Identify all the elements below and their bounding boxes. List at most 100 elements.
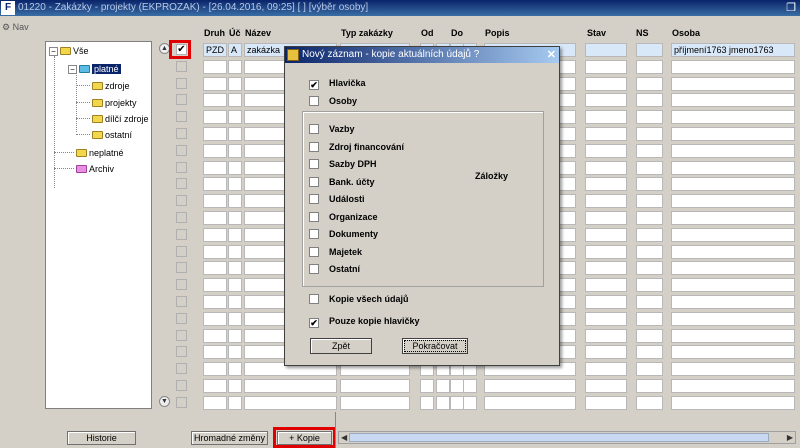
table-cell[interactable] (228, 77, 242, 91)
table-cell[interactable] (203, 362, 227, 376)
row-select-checkbox[interactable] (176, 145, 187, 156)
table-cell[interactable] (203, 60, 227, 74)
table-cell[interactable] (636, 110, 663, 124)
option-item[interactable]: Sazby DPH (309, 158, 377, 171)
tree-item-archiv[interactable]: Archiv (76, 162, 114, 176)
table-cell[interactable] (671, 127, 795, 141)
table-cell[interactable] (244, 379, 337, 393)
table-cell[interactable] (585, 177, 627, 191)
table-cell[interactable] (671, 362, 795, 376)
table-cell[interactable] (671, 60, 795, 74)
table-cell[interactable] (671, 345, 795, 359)
hromadne-zmeny-button[interactable]: Hromadné změny (191, 431, 268, 445)
table-cell[interactable] (228, 329, 242, 343)
col-header-typ-zakazky[interactable]: Typ zakázky (341, 26, 393, 40)
row-select-checkbox[interactable] (176, 111, 187, 122)
table-cell[interactable] (450, 396, 464, 410)
table-cell[interactable] (671, 144, 795, 158)
table-cell[interactable] (228, 144, 242, 158)
row-select-checkbox[interactable] (176, 229, 187, 240)
tree-item-projekty[interactable]: projekty (92, 96, 137, 110)
table-cell[interactable] (671, 261, 795, 275)
table-cell[interactable] (484, 379, 576, 393)
row-select-checkbox[interactable] (176, 363, 187, 374)
table-cell[interactable] (636, 93, 663, 107)
table-cell[interactable] (585, 127, 627, 141)
col-header-ns[interactable]: NS (636, 26, 649, 40)
row-select-checkbox[interactable] (176, 78, 187, 89)
row-select-checkbox[interactable] (176, 346, 187, 357)
option-checkbox[interactable] (309, 141, 319, 152)
row-select-checkbox[interactable] (176, 94, 187, 105)
table-cell[interactable] (203, 161, 227, 175)
table-cell[interactable] (585, 278, 627, 292)
pane-divider[interactable] (335, 412, 336, 448)
table-cell[interactable] (203, 110, 227, 124)
option-checkbox[interactable] (309, 159, 319, 169)
table-cell[interactable] (585, 93, 627, 107)
col-header-do[interactable]: Do (451, 26, 463, 40)
table-cell[interactable] (671, 295, 795, 309)
table-cell[interactable] (203, 261, 227, 275)
nav-link[interactable]: ⚙ Nav (2, 22, 29, 33)
option-item[interactable]: Bank. účty (309, 176, 375, 189)
table-cell[interactable] (203, 228, 227, 242)
table-cell[interactable] (203, 396, 227, 410)
collapse-icon[interactable]: − (49, 47, 58, 56)
table-cell[interactable] (585, 245, 627, 259)
table-cell[interactable] (228, 396, 242, 410)
table-cell[interactable] (585, 261, 627, 275)
table-cell[interactable] (340, 396, 410, 410)
table-cell[interactable] (585, 194, 627, 208)
table-cell[interactable] (228, 110, 242, 124)
tree-item-platne[interactable]: − platné (68, 62, 121, 76)
table-cell[interactable] (228, 194, 242, 208)
option-hlavicka[interactable]: ✔ Hlavička (309, 77, 366, 90)
row-select-checkbox[interactable] (176, 330, 187, 341)
option-item[interactable]: Události (309, 193, 365, 206)
table-cell[interactable] (585, 396, 627, 410)
table-cell[interactable] (228, 261, 242, 275)
option-item[interactable]: Zdroj financování (309, 141, 404, 154)
option-checkbox[interactable] (309, 229, 319, 239)
table-cell[interactable] (671, 194, 795, 208)
row-select-checkbox[interactable] (176, 246, 187, 257)
table-cell[interactable] (636, 161, 663, 175)
table-cell[interactable] (636, 194, 663, 208)
table-cell[interactable]: A (228, 43, 242, 57)
option-checkbox[interactable] (309, 176, 319, 187)
table-cell[interactable] (585, 312, 627, 326)
table-cell[interactable] (671, 110, 795, 124)
table-cell[interactable] (228, 177, 242, 191)
scroll-down-icon[interactable]: ▼ (159, 396, 170, 407)
table-cell[interactable] (585, 161, 627, 175)
table-cell[interactable] (636, 312, 663, 326)
table-cell[interactable] (671, 329, 795, 343)
tree-item-ostatni[interactable]: ostatní (92, 128, 132, 142)
table-cell[interactable] (636, 278, 663, 292)
option-item[interactable]: Ostatní (309, 263, 360, 276)
option-item[interactable]: Majetek (309, 246, 362, 259)
table-cell[interactable] (340, 379, 410, 393)
table-cell[interactable] (228, 362, 242, 376)
table-cell[interactable] (636, 228, 663, 242)
close-icon[interactable]: ✕ (547, 47, 556, 63)
table-cell[interactable] (450, 379, 464, 393)
row-select-checkbox[interactable] (176, 262, 187, 273)
table-cell[interactable] (671, 211, 795, 225)
table-cell[interactable] (671, 93, 795, 107)
table-cell[interactable] (228, 93, 242, 107)
row-select-checkbox[interactable] (176, 212, 187, 223)
table-cell[interactable] (463, 396, 477, 410)
table-cell[interactable] (671, 77, 795, 91)
table-cell[interactable] (203, 93, 227, 107)
table-cell[interactable] (585, 345, 627, 359)
table-cell[interactable] (636, 261, 663, 275)
table-cell[interactable] (636, 77, 663, 91)
row-select-checkbox[interactable] (176, 296, 187, 307)
table-cell[interactable] (671, 379, 795, 393)
collapse-icon[interactable]: − (68, 65, 77, 74)
back-button[interactable]: Zpět (310, 338, 372, 354)
grid-vertical-scrollbar[interactable]: ▲ ▼ (159, 41, 170, 409)
table-cell[interactable] (228, 345, 242, 359)
